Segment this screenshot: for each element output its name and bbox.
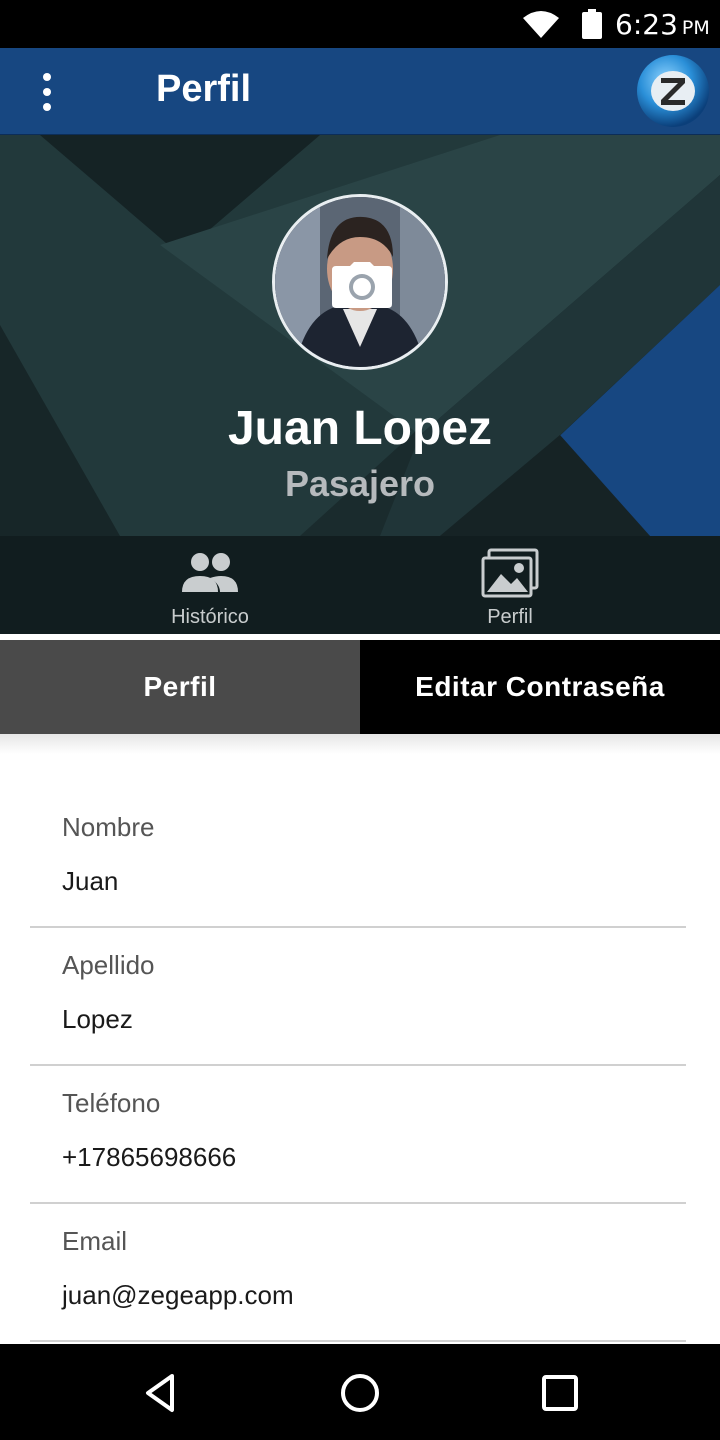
- home-icon[interactable]: [337, 1370, 383, 1416]
- field-value[interactable]: +17865698666: [62, 1142, 236, 1173]
- page-title: Perfil: [156, 68, 252, 110]
- tab-label: Perfil: [487, 606, 533, 628]
- field-value[interactable]: Juan: [62, 866, 118, 897]
- field-value[interactable]: Lopez: [62, 1004, 133, 1035]
- photos-icon: [481, 548, 539, 598]
- status-clock: 6:23 PM: [615, 8, 710, 41]
- segment-perfil[interactable]: Perfil: [0, 640, 360, 734]
- app-bar: Perfil: [0, 48, 720, 135]
- app-logo[interactable]: [636, 54, 710, 128]
- segment-editar-contrasena[interactable]: Editar Contraseña: [360, 640, 720, 734]
- field-label: Nombre: [62, 812, 155, 842]
- status-bar: 6:23 PM: [0, 0, 720, 48]
- tab-perfil[interactable]: Perfil: [330, 536, 690, 634]
- system-nav-bar: [0, 1344, 720, 1440]
- wifi-icon: [523, 11, 559, 38]
- field-label: Apellido: [62, 950, 155, 980]
- icon-tab-bar: Histórico Perfil: [0, 536, 720, 634]
- divider: [0, 734, 720, 754]
- user-role: Pasajero: [284, 463, 436, 504]
- recents-icon[interactable]: [537, 1370, 583, 1416]
- overflow-menu-icon[interactable]: [26, 70, 68, 114]
- field-label: Teléfono: [62, 1088, 161, 1118]
- profile-header: Juan Lopez Pasajero: [0, 135, 720, 536]
- field-apellido[interactable]: Apellido Lopez: [30, 928, 686, 1066]
- field-nombre[interactable]: Nombre Juan: [30, 790, 686, 928]
- people-icon: [182, 553, 238, 592]
- field-value[interactable]: juan@zegeapp.com: [62, 1280, 294, 1311]
- field-telefono[interactable]: Teléfono +17865698666: [30, 1066, 686, 1204]
- field-label: Email: [62, 1226, 128, 1256]
- camera-icon[interactable]: [332, 262, 392, 308]
- battery-icon: [582, 9, 602, 39]
- user-name: Juan Lopez: [227, 402, 493, 455]
- field-email[interactable]: Email juan@zegeapp.com: [30, 1204, 686, 1342]
- back-icon[interactable]: [138, 1370, 184, 1416]
